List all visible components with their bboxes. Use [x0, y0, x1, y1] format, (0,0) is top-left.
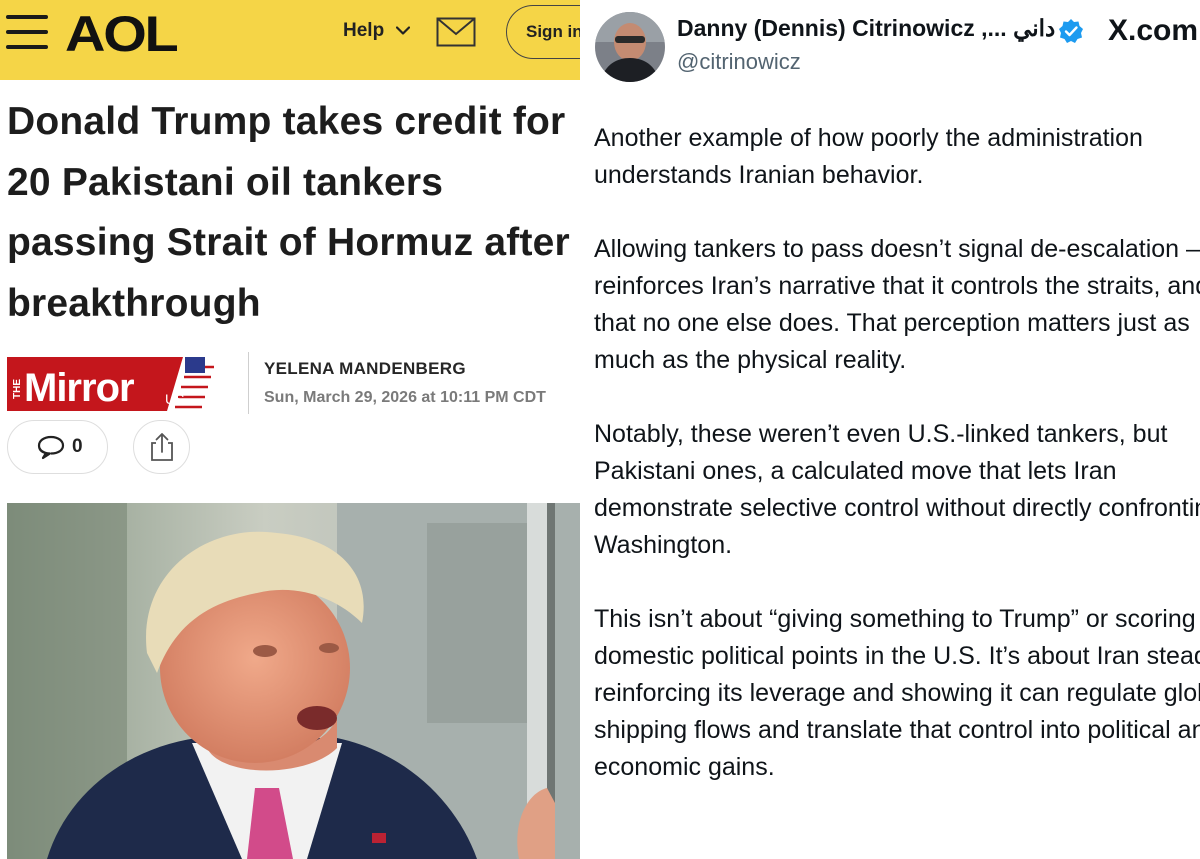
- comments-button[interactable]: 0: [7, 420, 108, 474]
- x-post-panel: Danny (Dennis) Citrinowicz ,... داني @ci…: [580, 0, 1200, 859]
- svg-text:US: US: [165, 391, 184, 407]
- help-label: Help: [343, 20, 385, 41]
- comment-icon: [37, 435, 65, 460]
- aol-article-panel: AOL Help Sign in Donald Trump takes cred…: [0, 0, 580, 859]
- menu-icon[interactable]: [6, 15, 48, 49]
- tweet-paragraph: Notably, these weren’t even U.S.-linked …: [594, 420, 1200, 559]
- svg-text:Mirror: Mirror: [24, 366, 134, 410]
- svg-text:THE: THE: [12, 379, 23, 399]
- tweet-text: Another example of how poorly the admini…: [594, 120, 1200, 823]
- byline-divider: [248, 352, 249, 414]
- display-name[interactable]: Danny (Dennis) Citrinowicz ,... داني: [677, 15, 1055, 42]
- handle[interactable]: @citrinowicz: [677, 49, 801, 75]
- mail-icon[interactable]: [436, 17, 476, 47]
- tweet-paragraph: Another example of how poorly the admini…: [594, 124, 1143, 189]
- mirror-us-logo[interactable]: THE Mirror US: [7, 357, 217, 411]
- aol-logo[interactable]: AOL: [65, 5, 179, 63]
- verified-badge-icon: [1059, 19, 1083, 43]
- tweet-paragraph: This isn’t about “giving something to Tr…: [594, 605, 1200, 781]
- avatar[interactable]: [595, 12, 665, 82]
- comment-count: 0: [72, 436, 83, 457]
- aol-header: AOL Help Sign in: [0, 0, 580, 80]
- x-logo-icon: X.com: [1108, 14, 1199, 47]
- article-date: Sun, March 29, 2026 at 10:11 PM CDT: [264, 389, 546, 406]
- article-photo: [7, 503, 580, 859]
- help-menu[interactable]: Help: [343, 20, 411, 42]
- article-author[interactable]: YELENA MANDENBERG: [264, 359, 466, 379]
- share-button[interactable]: [133, 420, 190, 474]
- share-icon: [150, 433, 173, 461]
- sign-in-button[interactable]: Sign in: [506, 5, 580, 59]
- tweet-paragraph: Allowing tankers to pass doesn’t signal …: [594, 235, 1200, 374]
- chevron-down-icon: [396, 26, 411, 35]
- article-headline: Donald Trump takes credit for 20 Pakista…: [7, 100, 570, 325]
